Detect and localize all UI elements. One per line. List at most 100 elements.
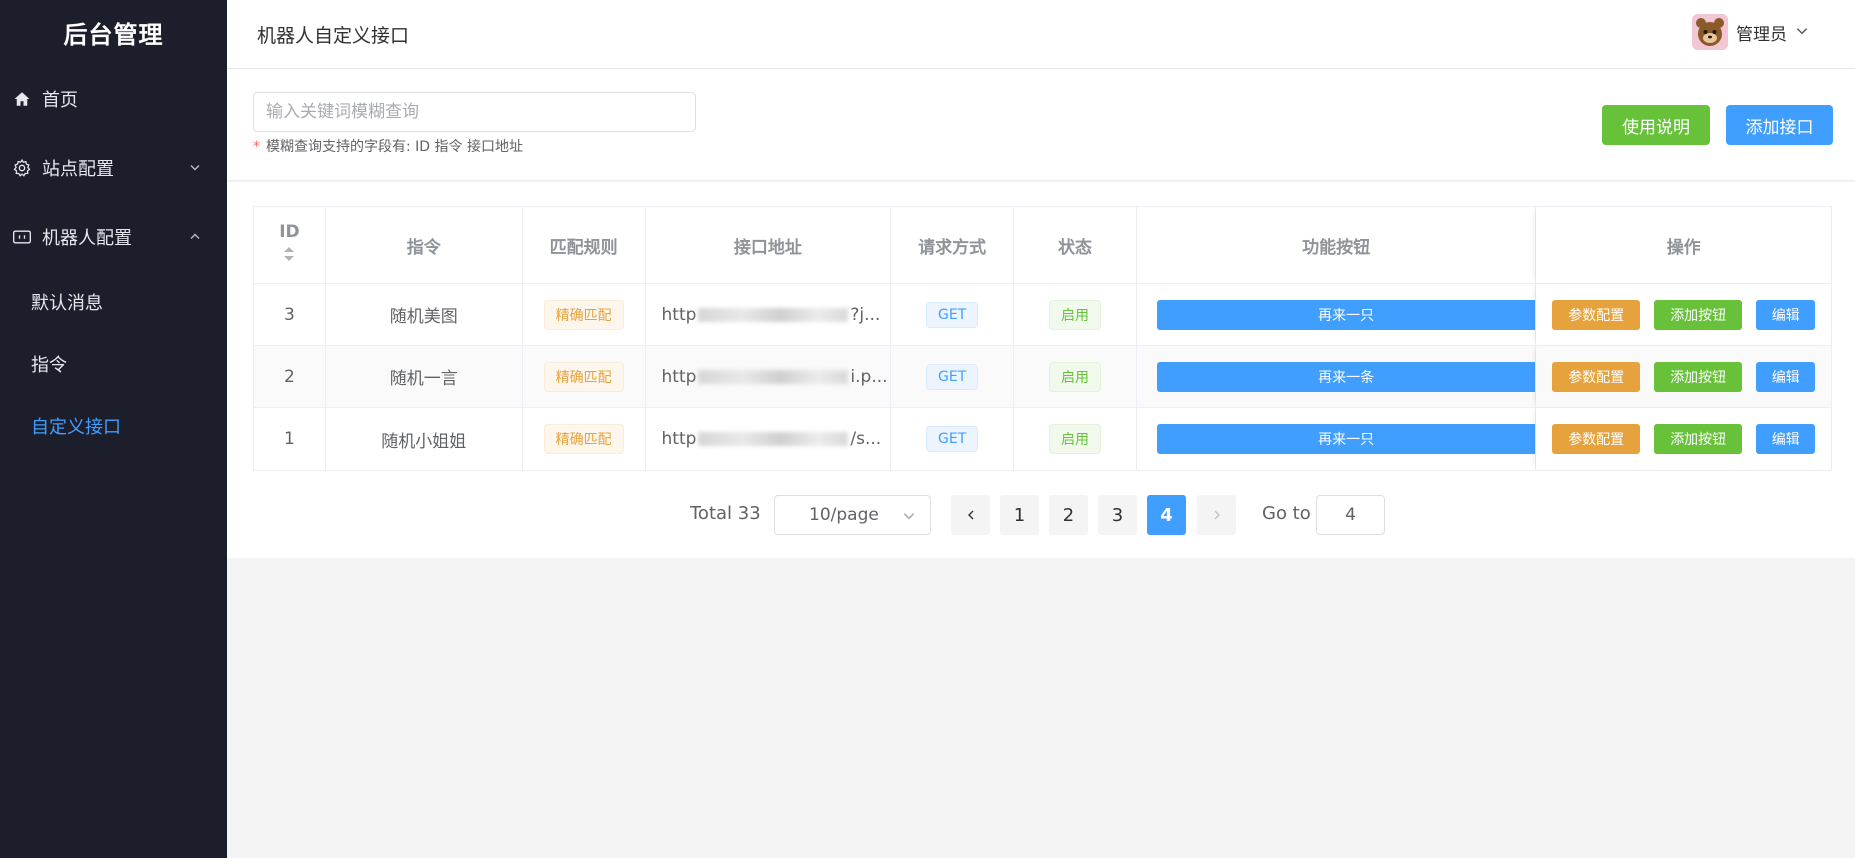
rule-tag: 精确匹配 xyxy=(543,424,624,454)
sidebar-item-label: 首页 xyxy=(42,89,78,111)
cell-status: 启用 xyxy=(1014,346,1137,407)
cell-rule: 精确匹配 xyxy=(523,346,646,407)
cell-status: 启用 xyxy=(1014,408,1137,470)
prev-page-button[interactable] xyxy=(951,495,990,535)
func-button-preview[interactable]: 再来一条 xyxy=(1156,361,1536,392)
home-icon xyxy=(12,89,32,109)
cell-id: 2 xyxy=(254,346,326,407)
search-input[interactable] xyxy=(253,92,696,132)
sidebar-item-label: 机器人配置 xyxy=(42,227,132,249)
add-button-button[interactable]: 添加按钮 xyxy=(1654,299,1743,330)
func-button-preview[interactable]: 再来一只 xyxy=(1156,299,1536,330)
table-row: 3 随机美图 精确匹配 http ?j... GET 启用 再来一只 参数配置 添… xyxy=(254,284,1831,346)
url-prefix: http xyxy=(661,366,697,387)
table-panel: ID 指令 匹配规则 接口地址 请求方式 状态 功能按钮 操作 3 随机美图 精… xyxy=(227,182,1855,558)
cell-method: GET xyxy=(891,284,1015,345)
column-header-id[interactable]: ID xyxy=(254,207,326,283)
status-badge: 启用 xyxy=(1048,299,1101,330)
status-badge: 启用 xyxy=(1048,361,1101,392)
brand-title: 后台管理 xyxy=(63,20,164,49)
cell-rule: 精确匹配 xyxy=(523,284,646,345)
url-suffix: i.p... xyxy=(850,366,888,387)
chevron-left-icon xyxy=(967,510,973,520)
table-row: 2 随机一言 精确匹配 http i.p... GET 启用 再来一条 参数配置 … xyxy=(254,346,1831,408)
help-button[interactable]: 使用说明 xyxy=(1602,105,1710,145)
param-config-button[interactable]: 参数配置 xyxy=(1552,424,1641,454)
column-header-ops: 操作 xyxy=(1536,207,1831,283)
func-button-preview[interactable]: 再来一只 xyxy=(1156,424,1536,454)
cell-id: 3 xyxy=(254,284,326,345)
cell-func: 再来一条 xyxy=(1137,346,1537,407)
avatar xyxy=(1692,14,1728,50)
add-button-button[interactable]: 添加按钮 xyxy=(1654,424,1743,454)
sidebar-item-home[interactable]: 首页 xyxy=(0,64,227,133)
status-badge: 启用 xyxy=(1048,424,1101,454)
sidebar-subitem-default-message[interactable]: 默认消息 xyxy=(0,271,227,333)
redacted-url xyxy=(698,432,849,446)
cell-method: GET xyxy=(891,346,1015,407)
cell-rule: 精确匹配 xyxy=(523,408,646,470)
search-hint: * 模糊查询支持的字段有: ID 指令 接口地址 xyxy=(253,136,523,156)
api-table: ID 指令 匹配规则 接口地址 请求方式 状态 功能按钮 操作 3 随机美图 精… xyxy=(253,206,1832,471)
column-header-url: 接口地址 xyxy=(646,207,892,283)
robot-icon xyxy=(12,227,32,247)
method-tag: GET xyxy=(926,426,979,452)
page-button-2[interactable]: 2 xyxy=(1049,495,1088,535)
cell-ops: 参数配置 添加按钮 编辑 xyxy=(1536,408,1831,470)
sort-icon[interactable] xyxy=(283,246,295,267)
cell-url: http/s... xyxy=(646,408,892,470)
chevron-right-icon xyxy=(1214,510,1220,520)
cell-id: 1 xyxy=(254,408,326,470)
page-size-value: 10/page xyxy=(809,505,879,525)
goto-label: Go to xyxy=(1262,503,1311,524)
top-header: 机器人自定义接口 管理员 xyxy=(227,0,1855,69)
url-prefix: http xyxy=(661,429,697,449)
cell-ops: 参数配置 添加按钮 编辑 xyxy=(1536,346,1831,407)
param-config-button[interactable]: 参数配置 xyxy=(1552,299,1641,330)
table-row: 1 随机小姐姐 精确匹配 http/s... GET 启用 再来一只 参数配置 … xyxy=(254,408,1831,470)
url-suffix: ?j... xyxy=(850,304,881,325)
url-prefix: http xyxy=(661,304,697,325)
edit-button[interactable]: 编辑 xyxy=(1756,424,1816,454)
page-button-4[interactable]: 4 xyxy=(1147,495,1186,535)
search-hint-text: 模糊查询支持的字段有: ID 指令 接口地址 xyxy=(266,139,523,155)
goto-page-input[interactable] xyxy=(1316,495,1385,535)
chevron-down-icon xyxy=(189,157,201,178)
edit-button[interactable]: 编辑 xyxy=(1756,361,1816,392)
next-page-button[interactable] xyxy=(1197,495,1236,535)
user-name: 管理员 xyxy=(1736,24,1787,45)
page-size-select[interactable]: 10/page xyxy=(774,495,931,535)
column-header-func: 功能按钮 xyxy=(1137,207,1537,283)
column-header-method: 请求方式 xyxy=(891,207,1015,283)
cell-command: 随机小姐姐 xyxy=(326,408,523,470)
rule-tag: 精确匹配 xyxy=(543,361,624,392)
edit-button[interactable]: 编辑 xyxy=(1756,299,1816,330)
column-header-rule: 匹配规则 xyxy=(523,207,646,283)
redacted-url xyxy=(698,307,849,322)
user-menu[interactable]: 管理员 xyxy=(1692,14,1809,50)
add-api-button[interactable]: 添加接口 xyxy=(1726,105,1833,145)
add-button-button[interactable]: 添加按钮 xyxy=(1654,361,1743,392)
sidebar-item-site-config[interactable]: 站点配置 xyxy=(0,133,227,202)
gear-icon xyxy=(12,158,32,178)
table-header: ID 指令 匹配规则 接口地址 请求方式 状态 功能按钮 操作 xyxy=(254,207,1831,284)
pagination: Total 33 10/page 1 2 3 4 Go to xyxy=(227,495,1855,535)
pagination-total: Total 33 xyxy=(690,503,761,524)
page-button-3[interactable]: 3 xyxy=(1098,495,1137,535)
cell-url: http ?j... xyxy=(646,284,892,345)
required-star: * xyxy=(253,139,260,155)
sidebar: 后台管理 首页 站点配置 机器人配置 默认消息 指令 自定义接口 xyxy=(0,0,227,858)
search-panel: * 模糊查询支持的字段有: ID 指令 接口地址 使用说明 添加接口 xyxy=(227,69,1855,181)
sidebar-subitem-commands[interactable]: 指令 xyxy=(0,333,227,395)
param-config-button[interactable]: 参数配置 xyxy=(1552,361,1641,392)
page-button-1[interactable]: 1 xyxy=(1000,495,1039,535)
cell-func: 再来一只 xyxy=(1137,408,1537,470)
column-header-status: 状态 xyxy=(1014,207,1137,283)
cell-status: 启用 xyxy=(1014,284,1137,345)
method-tag: GET xyxy=(926,301,979,328)
method-tag: GET xyxy=(926,363,979,390)
sidebar-item-robot-config[interactable]: 机器人配置 xyxy=(0,202,227,271)
sidebar-subitem-custom-api[interactable]: 自定义接口 xyxy=(0,395,227,457)
cell-command: 随机美图 xyxy=(326,284,523,345)
cell-method: GET xyxy=(891,408,1015,470)
